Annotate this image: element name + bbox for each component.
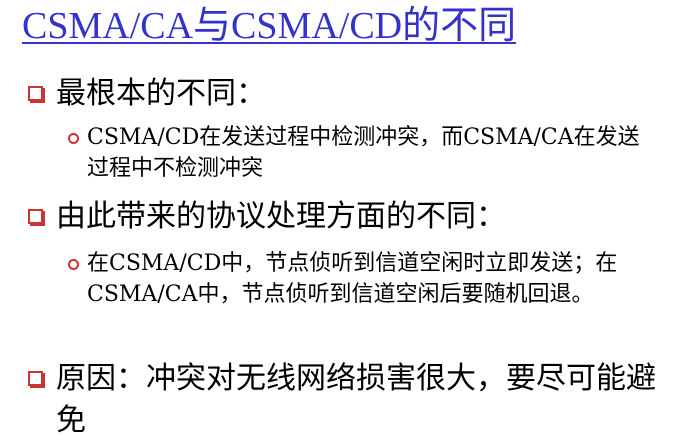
circle-bullet-icon — [68, 133, 79, 144]
square-bullet-icon — [28, 371, 43, 386]
circle-bullet-icon — [68, 259, 79, 270]
bullet-text-2: 由此带来的协议处理方面的不同： — [56, 199, 506, 234]
sub-bullet-text-2: 在CSMA/CD中，节点侦听到信道空闲时立即发送；在CSMA/CA中，节点侦听到… — [87, 251, 618, 307]
square-bullet-icon — [28, 86, 43, 101]
bullet-text-1: 最根本的不同： — [56, 76, 266, 111]
sub-bullet-item-2: 在CSMA/CD中，节点侦听到信道空闲时立即发送；在CSMA/CA中，节点侦听到… — [68, 248, 647, 310]
bullet-item-1: 最根本的不同： — [28, 73, 656, 115]
sub-bullet-text-1: CSMA/CD在发送过程中检测冲突，而CSMA/CA在发送过程中不检测冲突 — [87, 125, 640, 181]
square-bullet-icon — [28, 209, 43, 224]
sub-bullet-item-1: CSMA/CD在发送过程中检测冲突，而CSMA/CA在发送过程中不检测冲突 — [68, 122, 647, 184]
slide-title: CSMA/CA与CSMA/CD的不同 — [22, 5, 517, 47]
bullet-text-3: 原因：冲突对无线网络损害很大，要尽可能避免 — [56, 361, 656, 438]
slide: CSMA/CA与CSMA/CD的不同 最根本的不同： CSMA/CD在发送过程中… — [0, 0, 681, 444]
bullet-item-2: 由此带来的协议处理方面的不同： — [28, 196, 656, 238]
bullet-item-3: 原因：冲突对无线网络损害很大，要尽可能避免 — [28, 358, 656, 442]
